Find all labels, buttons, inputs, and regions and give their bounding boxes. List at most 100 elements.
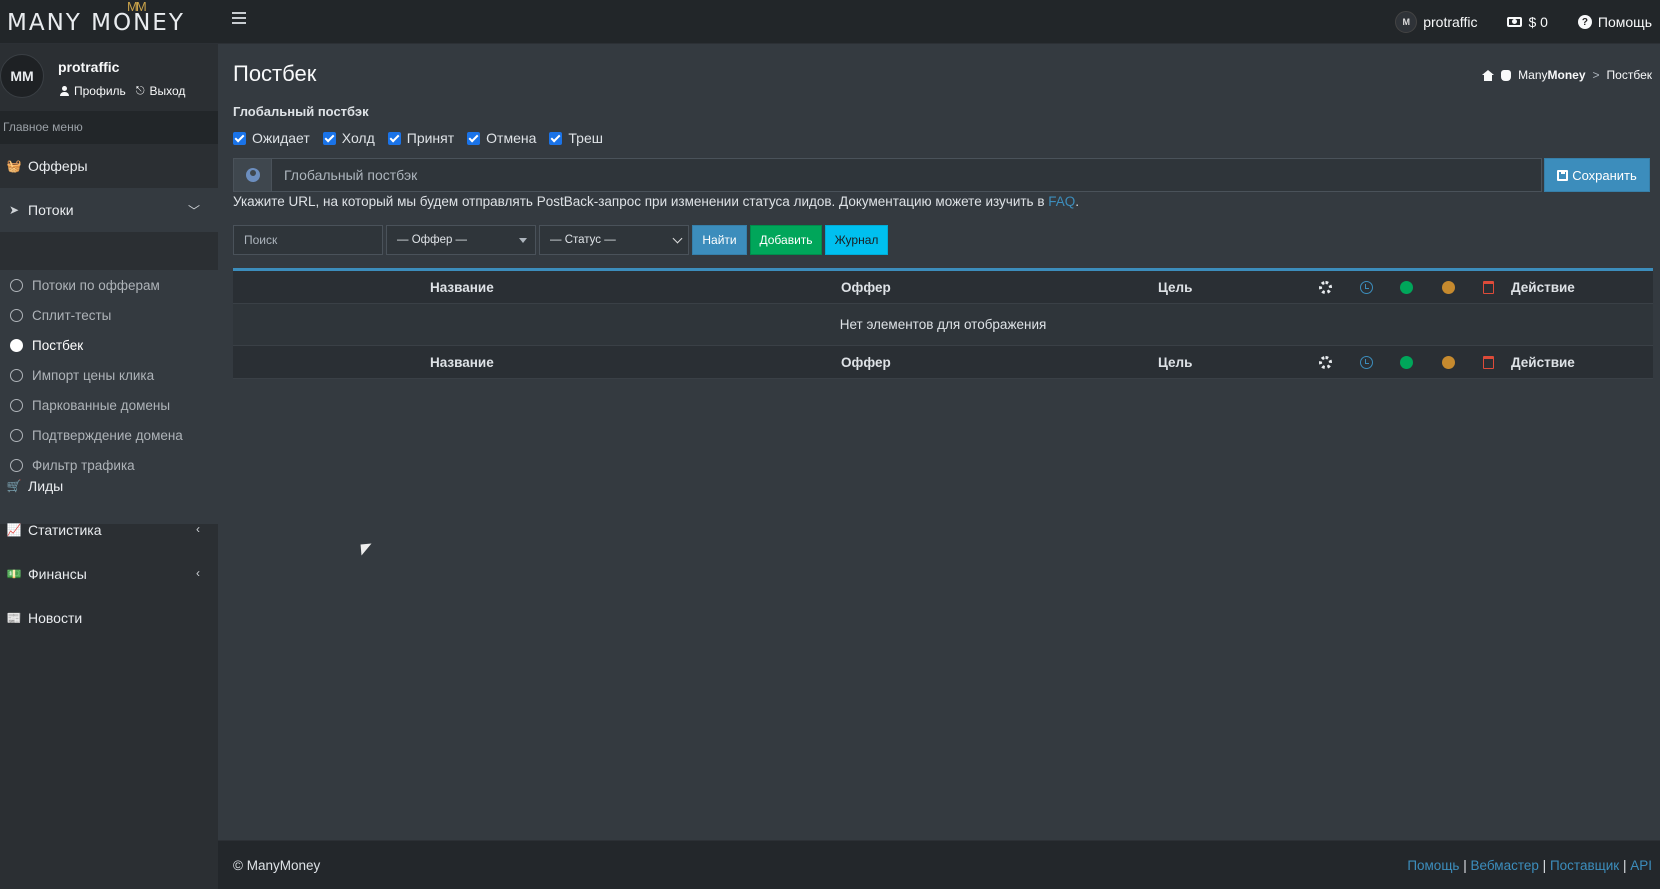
balance-menu[interactable]: $ 0 (1507, 14, 1548, 30)
avatar: MM (0, 54, 44, 98)
submenu-label: Паркованные домены (32, 397, 171, 413)
sidebar-item-label: Новости (28, 610, 83, 626)
circle-icon (10, 428, 23, 442)
sidebar-item-label: Офферы (28, 158, 88, 174)
sidebar-item-label: Потоки (28, 202, 74, 218)
status-checkbox-accepted[interactable]: Принят (387, 130, 454, 146)
add-button[interactable]: Добавить (750, 225, 822, 255)
logout-label: Выход (149, 84, 186, 98)
checkbox-label: Ожидает (252, 130, 310, 146)
status-checkbox-pending[interactable]: Ожидает (233, 130, 310, 146)
global-postback-row: Глобальный постбэк Сохранить (233, 158, 1653, 192)
checkbox-label: Холд (341, 130, 375, 146)
column-goal[interactable]: Цель (1158, 271, 1192, 304)
footer-link-webmaster[interactable]: Вебмастер (1471, 858, 1539, 873)
footer-link-help[interactable]: Помощь (1407, 858, 1459, 873)
checkbox-label: Треш (568, 130, 603, 146)
footer-separator: | (1622, 858, 1627, 873)
column-offer[interactable]: Оффер (841, 271, 891, 304)
save-button[interactable]: Сохранить (1544, 158, 1650, 192)
main-content: Постбек ManyMoney > Постбек Глобальный п… (218, 44, 1660, 840)
brand-logo[interactable]: ΜΜ MANY MONEY (6, 0, 206, 44)
sign-out-icon: ⎋ (135, 84, 145, 97)
cash-icon (1507, 17, 1523, 27)
circle-icon (10, 308, 23, 322)
chevron-left-icon: ‹ (196, 566, 200, 580)
sidebar-item-news[interactable]: 📰 Новости (0, 596, 218, 640)
help-label: Помощь (1597, 14, 1652, 30)
status-checkbox-hold[interactable]: Холд (322, 130, 375, 146)
checkbox[interactable] (322, 131, 336, 145)
column-name[interactable]: Название (430, 271, 494, 304)
sidebar-item-leads[interactable]: 🛒 Лиды (0, 464, 218, 508)
gear-icon (1319, 356, 1332, 369)
sidebar-item-finance[interactable]: 💵 Финансы ‹ (0, 552, 218, 596)
submenu-item-postback[interactable]: Постбек (0, 330, 218, 360)
check-circle-icon (1400, 281, 1413, 294)
trash-icon (1483, 281, 1494, 294)
submenu-item-parked-domains[interactable]: Паркованные домены (0, 390, 218, 420)
sidebar-item-label: Статистика (28, 522, 102, 538)
column-name[interactable]: Название (430, 346, 494, 379)
submenu-item-domain-verification[interactable]: Подтверждение домена (0, 420, 218, 450)
balance-value: $ 0 (1528, 14, 1548, 30)
submenu-label: Постбек (32, 337, 84, 353)
logout-link[interactable]: ⎋ Выход (136, 84, 186, 98)
circle-icon (10, 278, 23, 292)
checkbox[interactable] (467, 131, 481, 145)
submenu-label: Сплит-тесты (32, 307, 112, 323)
checkbox[interactable] (387, 131, 401, 145)
submenu-label: Импорт цены клика (32, 367, 155, 383)
submenu-label: Потоки по офферам (32, 277, 160, 293)
circle-filled-icon (10, 338, 23, 352)
save-label: Сохранить (1572, 167, 1637, 183)
basket-icon: 🧺 (6, 159, 22, 173)
status-checkbox-trash[interactable]: Треш (549, 130, 603, 146)
footer-link-supplier[interactable]: Поставщик (1550, 858, 1619, 873)
gear-icon (1319, 281, 1332, 294)
check-circle-icon (1400, 356, 1413, 369)
submenu-item-click-price-import[interactable]: Импорт цены клика (0, 360, 218, 390)
user-links: Профиль ⎋ Выход (60, 84, 185, 98)
hamburger-menu-icon[interactable] (232, 12, 246, 26)
profile-link[interactable]: Профиль (60, 84, 126, 98)
sidebar-item-offers[interactable]: 🧺 Офферы (0, 144, 218, 188)
submenu-label: Подтверждение домена (32, 427, 183, 443)
checkbox[interactable] (233, 131, 246, 145)
cancel-circle-icon (1442, 356, 1455, 369)
table-footer: Название Оффер Цель Действие (233, 346, 1653, 379)
home-icon[interactable] (1482, 69, 1495, 81)
user-menu[interactable]: M protraffic (1395, 11, 1477, 33)
footer-links: Помощь | Вебмастер | Поставщик | API (1407, 858, 1652, 873)
column-goal[interactable]: Цель (1158, 346, 1192, 379)
help-menu[interactable]: ? Помощь (1577, 14, 1652, 30)
column-action: Действие (1511, 280, 1575, 295)
breadcrumb-home-link[interactable]: ManyMoney (1518, 68, 1585, 82)
column-offer[interactable]: Оффер (841, 346, 891, 379)
sidebar-item-statistics[interactable]: 📈 Статистика ‹ (0, 508, 218, 552)
breadcrumb-current: Постбек (1606, 68, 1652, 82)
search-input[interactable]: Поиск (233, 225, 383, 255)
sidebar-item-streams[interactable]: ➤ Потоки ﹀ (0, 188, 218, 232)
circle-icon (10, 398, 23, 412)
top-navbar: ΜΜ MANY MONEY M protraffic $ 0 ? Помощь (0, 0, 1660, 44)
global-postback-input[interactable]: Глобальный постбэк (272, 158, 1542, 192)
offer-select[interactable]: — Оффер — (386, 225, 536, 255)
sidebar-username: protraffic (58, 59, 120, 75)
find-button[interactable]: Найти (692, 225, 747, 255)
status-select[interactable]: — Статус — (539, 225, 689, 255)
footer-link-api[interactable]: API (1630, 858, 1652, 873)
submenu-item-split-tests[interactable]: Сплит-тесты (0, 300, 218, 330)
sidebar-item-label: Финансы (28, 566, 87, 582)
clock-icon (1360, 281, 1373, 294)
log-button[interactable]: Журнал (825, 225, 888, 255)
submenu-item-offer-streams[interactable]: Потоки по офферам (0, 270, 218, 300)
filters-bar: Поиск — Оффер — — Статус — Найти Добавит… (233, 225, 888, 255)
status-checkbox-cancel[interactable]: Отмена (467, 130, 536, 146)
user-icon (60, 86, 69, 96)
chevron-left-icon: ‹ (196, 522, 200, 536)
checkbox[interactable] (549, 131, 563, 145)
faq-link[interactable]: FAQ (1048, 194, 1075, 209)
main-menu-header: Главное меню (0, 111, 218, 144)
chart-icon: 📈 (6, 523, 22, 537)
